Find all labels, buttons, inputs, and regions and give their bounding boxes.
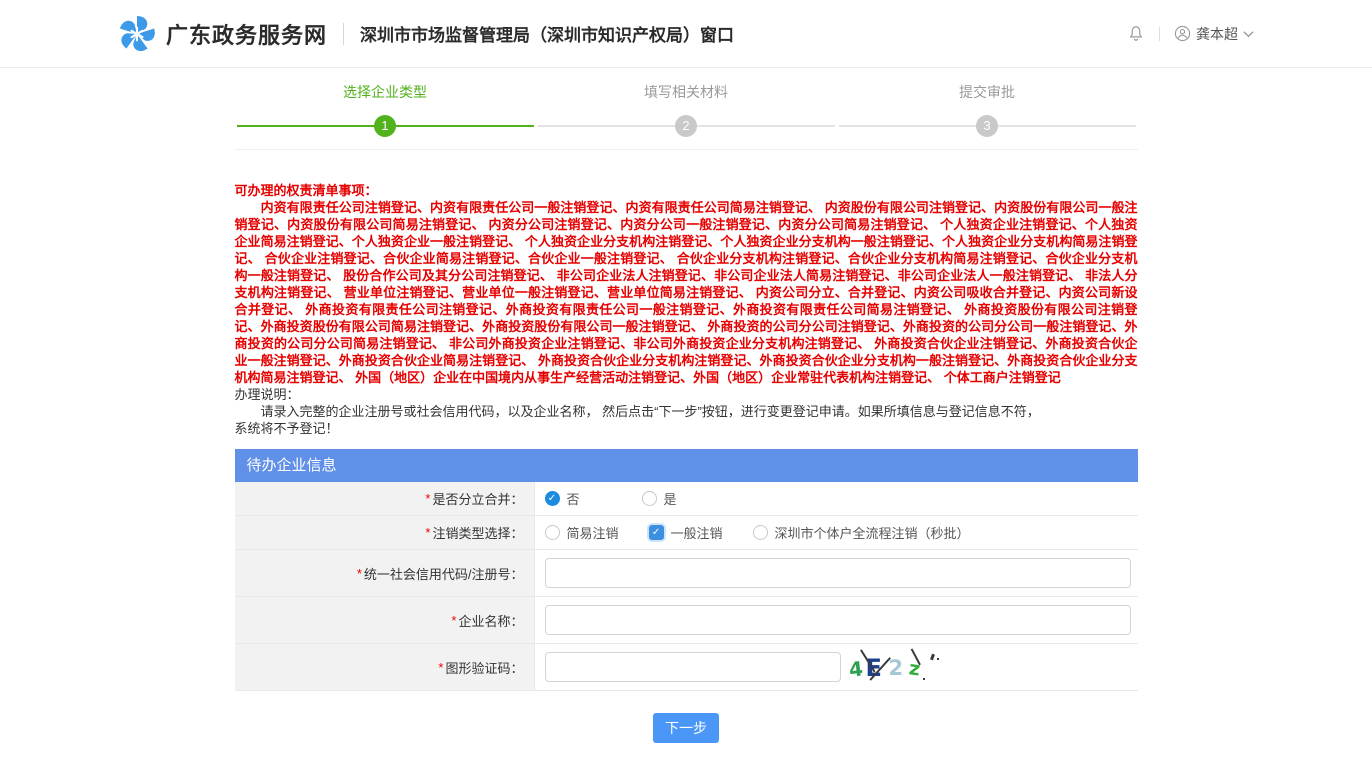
captcha-noise-mark: [937, 658, 939, 660]
required-asterisk: *: [438, 660, 443, 675]
header-user-area: 龚本超: [1127, 24, 1254, 44]
radio-simple-cancel[interactable]: 简易注销: [545, 523, 619, 542]
radio-general-cancel[interactable]: 一般注销: [649, 523, 723, 542]
row-cancel-type: * 注销类型选择： 简易注销 一般注销 深圳市个体户全流程注销（秒批）: [235, 516, 1138, 550]
required-asterisk: *: [357, 566, 362, 581]
radio-unchecked-icon: [642, 491, 657, 506]
next-step-button[interactable]: 下一步: [653, 713, 719, 743]
field-label: * 图形验证码：: [235, 644, 535, 690]
pending-enterprise-form: 待办企业信息 * 是否分立合并： 否 是 * 注销类型选: [235, 449, 1138, 691]
form-actions: 下一步: [235, 713, 1138, 743]
step-choose-enterprise-type: 选择企业类型 1: [235, 82, 536, 137]
field-label: * 是否分立合并：: [235, 482, 535, 515]
step-number-badge: 3: [976, 115, 998, 137]
radio-sz-individual-full-process-cancel[interactable]: 深圳市个体户全流程注销（秒批）: [753, 523, 970, 542]
header-brand-group: 广东政务服务网 深圳市市场监督管理局（深圳市知识产权局）窗口: [118, 15, 734, 53]
instructions-line2: 系统将不予登记！: [235, 420, 1138, 437]
required-asterisk: *: [425, 525, 430, 540]
radio-split-merge-yes[interactable]: 是: [642, 489, 677, 508]
step-number-badge: 1: [374, 115, 396, 137]
bureau-window-title: 深圳市市场监督管理局（深圳市知识产权局）窗口: [360, 21, 734, 46]
row-captcha: * 图形验证码： 4 E 2 z: [235, 644, 1138, 691]
required-asterisk: *: [425, 491, 430, 506]
row-split-merge: * 是否分立合并： 否 是: [235, 482, 1138, 516]
brand-divider: [343, 23, 344, 45]
top-header: 广东政务服务网 深圳市市场监督管理局（深圳市知识产权局）窗口 龚本超: [0, 0, 1372, 68]
field-label: * 统一社会信用代码/注册号：: [235, 550, 535, 596]
steps-divider: [235, 149, 1138, 150]
captcha-noise-mark: [930, 654, 935, 661]
captcha-input[interactable]: [545, 652, 841, 682]
user-menu[interactable]: 龚本超: [1174, 24, 1254, 44]
step-submit-approval: 提交审批 3: [837, 82, 1138, 137]
captcha-image[interactable]: 4 E 2 z: [847, 650, 939, 684]
user-name: 龚本超: [1196, 24, 1238, 44]
step-track: 3: [837, 115, 1138, 137]
step-indicator: 选择企业类型 1 填写相关材料 2 提交审批 3: [235, 82, 1138, 137]
site-brand-title: 广东政务服务网: [166, 18, 327, 50]
captcha-char: 2: [889, 656, 904, 680]
notice-title: 可办理的权责清单事项：: [235, 182, 1138, 199]
chevron-down-icon: [1243, 30, 1254, 38]
user-icon: [1174, 25, 1191, 42]
main-content: 选择企业类型 1 填写相关材料 2 提交审批 3 可办理的权责清单事项： 内资有…: [235, 82, 1138, 743]
pinwheel-logo-icon: [118, 15, 156, 53]
instructions-title: 办理说明：: [235, 386, 1138, 403]
step-label: 提交审批: [837, 82, 1138, 102]
step-track: 2: [536, 115, 837, 137]
radio-checked-icon: [545, 491, 560, 506]
step-label: 选择企业类型: [235, 82, 536, 102]
form-section-title: 待办企业信息: [235, 449, 1138, 482]
row-company-name: * 企业名称：: [235, 597, 1138, 644]
step-label: 填写相关材料: [536, 82, 837, 102]
radio-unchecked-icon: [753, 525, 768, 540]
notice-body: 内资有限责任公司注销登记、内资有限责任公司一般注销登记、内资有限责任公司简易注销…: [235, 199, 1138, 386]
instructions-line1: 请录入完整的企业注册号或社会信用代码，以及企业名称， 然后点击“下一步”按钮，进…: [235, 403, 1138, 420]
bell-icon[interactable]: [1127, 24, 1145, 43]
step-track: 1: [235, 115, 536, 137]
company-name-input[interactable]: [545, 605, 1131, 635]
step-fill-materials: 填写相关材料 2: [536, 82, 837, 137]
credit-code-input[interactable]: [545, 558, 1131, 588]
captcha-char: 4: [847, 656, 863, 681]
radio-unchecked-icon: [545, 525, 560, 540]
eligible-items-notice: 可办理的权责清单事项： 内资有限责任公司注销登记、内资有限责任公司一般注销登记、…: [235, 182, 1138, 437]
required-asterisk: *: [451, 613, 456, 628]
field-label: * 企业名称：: [235, 597, 535, 643]
checkbox-checked-icon: [649, 525, 664, 540]
row-credit-code: * 统一社会信用代码/注册号：: [235, 550, 1138, 597]
captcha-noise-mark: [923, 678, 925, 680]
header-divider: [1159, 27, 1160, 41]
field-label: * 注销类型选择：: [235, 516, 535, 549]
radio-split-merge-no[interactable]: 否: [545, 489, 580, 508]
step-number-badge: 2: [675, 115, 697, 137]
